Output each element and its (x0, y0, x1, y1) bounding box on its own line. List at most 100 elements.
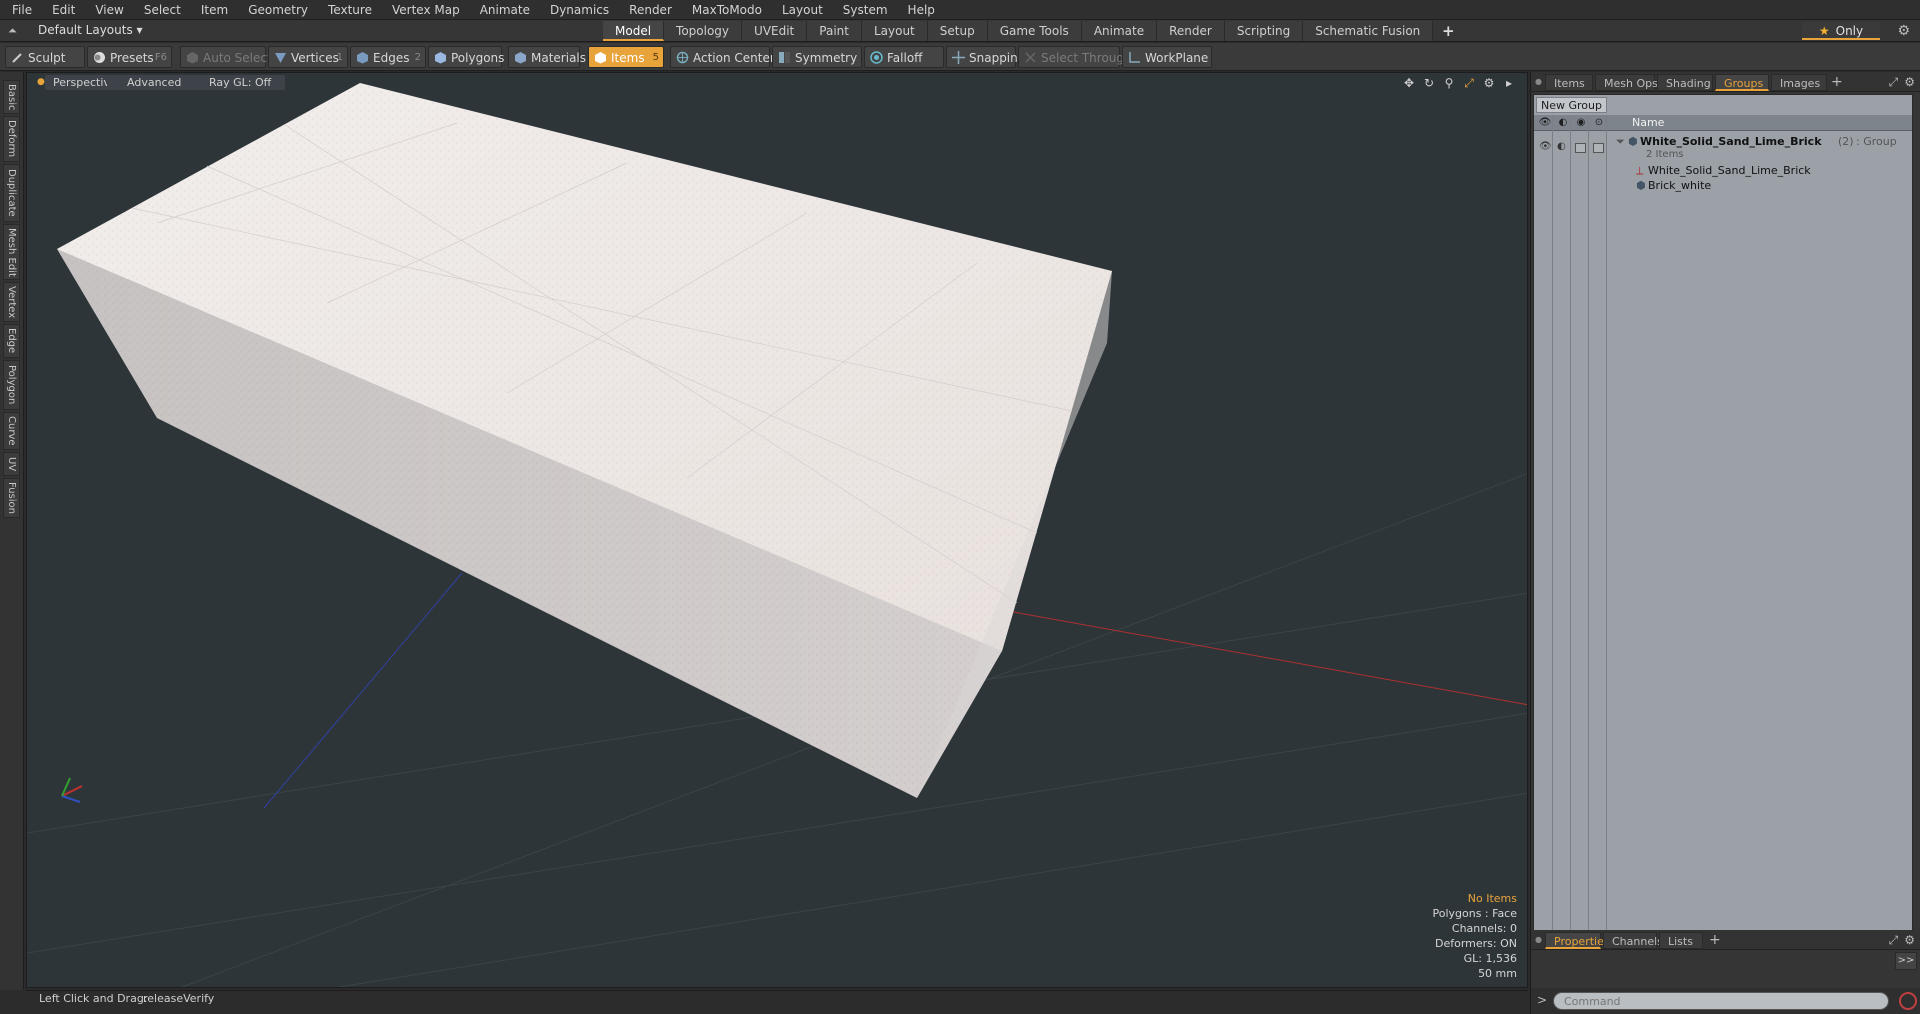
properties-grip-icon[interactable]: ● (1535, 935, 1542, 944)
3d-viewport[interactable]: ● Perspective Advanced Ray GL: Off ✥ ↻ ⚲… (26, 72, 1528, 988)
tab-properties[interactable]: Properties (1545, 932, 1610, 949)
name-column-header[interactable]: Name (1632, 115, 1664, 131)
properties-settings-icon[interactable]: ⚙ (1904, 933, 1915, 948)
vertices-button[interactable]: Vertices 1 (268, 46, 348, 68)
menu-geometry[interactable]: Geometry (238, 0, 318, 20)
menu-help[interactable]: Help (898, 0, 945, 20)
new-group-button[interactable]: New Group (1536, 97, 1607, 113)
select-through-button[interactable]: Select Through (1018, 46, 1132, 68)
menu-render[interactable]: Render (619, 0, 682, 20)
add-tab-icon[interactable]: + (1437, 21, 1459, 41)
tab-topology[interactable]: Topology (664, 21, 743, 41)
add-properties-tab-icon[interactable]: + (1709, 932, 1721, 948)
layout-up-arrow-icon[interactable]: ⏶ (8, 24, 20, 37)
menu-edit[interactable]: Edit (42, 0, 85, 20)
panel-grip-icon[interactable]: ● (1535, 77, 1542, 86)
group-visible-eye-icon[interactable]: 👁 (1539, 141, 1552, 152)
tab-duplicate[interactable]: Duplicate (3, 164, 20, 222)
tab-uvedit[interactable]: UVEdit (742, 21, 808, 41)
tab-game-tools[interactable]: Game Tools (987, 21, 1082, 41)
rotate-icon[interactable]: ↻ (1421, 76, 1437, 90)
only-toggle[interactable]: ★ Only (1802, 22, 1880, 40)
gear-icon[interactable]: ⚙ (1897, 23, 1910, 39)
advanced-button[interactable]: Advanced (107, 75, 202, 90)
auto-select-button[interactable]: Auto Select (180, 46, 272, 68)
menu-maxtomodo[interactable]: MaxToModo (682, 0, 772, 20)
items-button[interactable]: Items 5 (588, 46, 664, 68)
tab-shading[interactable]: Shading (1657, 74, 1713, 91)
menu-dynamics[interactable]: Dynamics (540, 0, 619, 20)
presets-button[interactable]: Presets F6 (87, 46, 172, 68)
tab-groups[interactable]: Groups (1715, 74, 1769, 91)
menu-texture[interactable]: Texture (318, 0, 382, 20)
add-panel-tab-icon[interactable]: + (1831, 74, 1843, 90)
tab-lists[interactable]: Lists (1659, 932, 1703, 949)
tab-animate[interactable]: Animate (1081, 21, 1158, 41)
tab-images[interactable]: Images (1771, 74, 1827, 91)
viewport-expand-icon[interactable]: ▸ (1501, 76, 1517, 90)
fit-icon[interactable]: ⤢ (1461, 76, 1477, 90)
tab-curve[interactable]: Curve (3, 412, 20, 450)
action-center-button[interactable]: Action Center (670, 46, 775, 68)
tab-edge[interactable]: Edge (3, 324, 20, 358)
tab-uv[interactable]: UV (3, 452, 20, 476)
tab-mesh-edit[interactable]: Mesh Edit (3, 224, 20, 280)
tab-paint[interactable]: Paint (807, 21, 862, 41)
polygons-button[interactable]: Polygons (428, 46, 504, 68)
menu-system[interactable]: System (833, 0, 898, 20)
expand-button[interactable]: >> (1895, 952, 1917, 970)
edges-button[interactable]: Edges 2 (350, 46, 426, 68)
tab-fusion[interactable]: Fusion (3, 478, 20, 518)
groups-list[interactable]: New Group 👁 ◐ ◉ ⊙ Name 👁 ◐ ⏷ ⬢ White_Sol… (1533, 94, 1913, 933)
tab-model[interactable]: Model (603, 21, 665, 41)
symmetry-button[interactable]: Symmetry (772, 46, 862, 68)
render-column-icon[interactable]: ◐ (1556, 116, 1570, 130)
menu-vertex-map[interactable]: Vertex Map (382, 0, 470, 20)
tab-layout[interactable]: Layout (861, 21, 928, 41)
group-lock-checkbox[interactable] (1575, 143, 1586, 153)
tab-items[interactable]: Items (1545, 74, 1593, 91)
menu-select[interactable]: Select (134, 0, 191, 20)
record-icon[interactable] (1899, 992, 1917, 1010)
tab-basic[interactable]: Basic (3, 80, 20, 114)
group-row[interactable]: 👁 ◐ ⏷ ⬢ White_Solid_Sand_Lime_Brick (2) … (1534, 133, 1912, 161)
group-select-checkbox[interactable] (1593, 143, 1604, 153)
group-render-icon[interactable]: ◐ (1557, 141, 1566, 152)
select-column-icon[interactable]: ⊙ (1592, 116, 1606, 130)
tab-scripting[interactable]: Scripting (1224, 21, 1304, 41)
tab-mesh-ops[interactable]: Mesh Ops (1595, 74, 1658, 91)
tab-schematic-fusion[interactable]: Schematic Fusion (1303, 21, 1434, 41)
tab-polygon[interactable]: Polygon (3, 360, 20, 410)
tab-channels[interactable]: Channels (1603, 932, 1663, 949)
layout-dropdown[interactable]: Default Layouts ▾ (38, 22, 143, 39)
tab-vertex[interactable]: Vertex (3, 282, 20, 322)
visibility-column-eye-icon[interactable]: 👁 (1538, 116, 1552, 130)
workplane-button[interactable]: WorkPlane (1122, 46, 1212, 68)
raygl-button[interactable]: Ray GL: Off (195, 75, 286, 90)
menu-animate[interactable]: Animate (470, 0, 540, 20)
properties-maximize-icon[interactable]: ⤢ (1889, 933, 1899, 948)
list-item[interactable]: ⟂ White_Solid_Sand_Lime_Brick (1534, 163, 1912, 179)
list-item[interactable]: ⬢ Brick_white (1534, 178, 1912, 194)
menu-layout[interactable]: Layout (772, 0, 833, 20)
tab-render[interactable]: Render (1157, 21, 1225, 41)
menu-file[interactable]: File (0, 0, 42, 20)
tab-setup[interactable]: Setup (927, 21, 988, 41)
materials-button[interactable]: Materials (508, 46, 586, 68)
scene-render[interactable] (27, 73, 1528, 988)
lock-column-icon[interactable]: ◉ (1574, 116, 1588, 130)
command-input[interactable] (1553, 992, 1889, 1010)
menu-item[interactable]: Item (191, 0, 238, 20)
panel-maximize-icon[interactable]: ⤢ (1889, 75, 1899, 90)
zoom-icon[interactable]: ⚲ (1441, 76, 1457, 90)
sculpt-button[interactable]: Sculpt (5, 46, 85, 68)
panel-settings-icon[interactable]: ⚙ (1904, 75, 1915, 90)
viewport-settings-icon[interactable]: ⚙ (1481, 76, 1497, 90)
falloff-button[interactable]: Falloff (864, 46, 944, 68)
pan-icon[interactable]: ✥ (1401, 76, 1417, 90)
viewport-menu-dot-icon[interactable]: ● (37, 77, 45, 87)
snapping-button[interactable]: Snapping (946, 46, 1025, 68)
tab-deform[interactable]: Deform (3, 116, 20, 162)
collapse-arrow-icon[interactable]: ⏷ (1616, 135, 1625, 149)
menu-view[interactable]: View (85, 0, 133, 20)
